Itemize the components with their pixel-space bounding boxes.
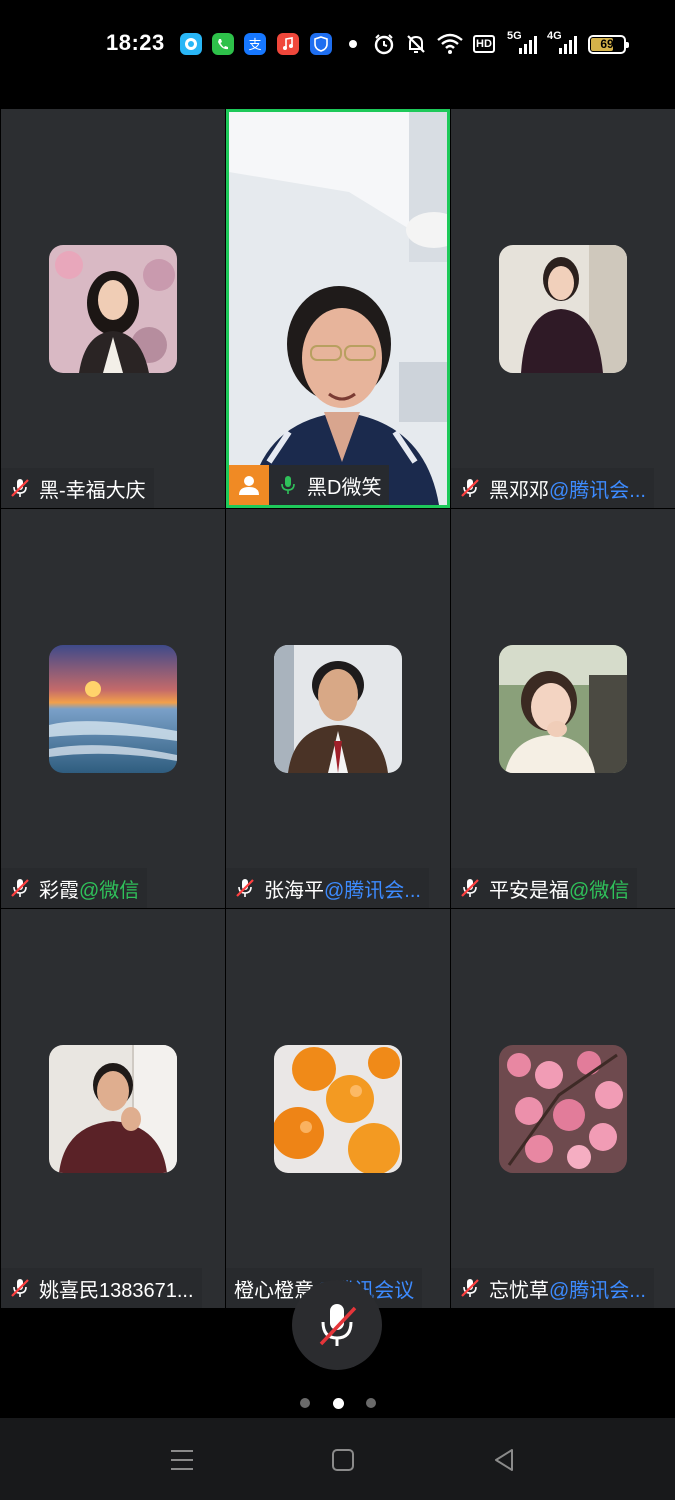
mic-muted-icon <box>459 477 481 499</box>
page-dot[interactable] <box>366 1398 376 1408</box>
mic-muted-icon <box>9 877 31 899</box>
avatar <box>49 245 177 373</box>
participant-source: @腾讯会... <box>549 479 646 502</box>
user-icon <box>229 465 269 505</box>
avatar <box>49 645 177 773</box>
participant-name-bar: 黑邓邓 @腾讯会... <box>451 468 654 508</box>
participant-name-bar: 姚喜民1383671... <box>1 1268 202 1308</box>
phone-app-icon <box>212 33 234 55</box>
mic-muted-icon <box>459 1277 481 1299</box>
mic-active-icon <box>277 474 299 496</box>
participant-tile[interactable]: 黑邓邓 @腾讯会... <box>451 109 675 508</box>
music-app-icon <box>277 33 299 55</box>
wifi-icon <box>436 32 464 56</box>
participant-tile[interactable]: 忘忧草 @腾讯会... <box>451 909 675 1308</box>
mic-toggle-button[interactable] <box>292 1280 382 1370</box>
svg-text:支: 支 <box>248 38 261 53</box>
home-icon <box>332 1449 354 1471</box>
video-grid: 黑-幸福大庆 黑D微笑 黑邓邓 @腾讯会... 彩霞 @微信 张海平 @腾讯会.… <box>0 108 675 1308</box>
shield-app-icon <box>310 33 332 55</box>
mute-icon <box>404 32 428 56</box>
participant-name: 黑邓邓 <box>489 479 549 502</box>
avatar <box>499 1045 627 1173</box>
participant-name: 张海平 <box>264 879 324 902</box>
participant-name-bar: 张海平 @腾讯会... <box>226 868 429 908</box>
back-icon <box>495 1449 513 1471</box>
clock: 18:23 <box>106 30 165 55</box>
battery-level: 69 <box>600 37 614 51</box>
avatar <box>499 645 627 773</box>
signal-5g-icon: 5G <box>507 30 539 56</box>
participant-source: @微信 <box>79 879 140 902</box>
participant-source: @腾讯会... <box>324 879 421 902</box>
participant-tile-active-speaker[interactable]: 黑D微笑 <box>226 109 450 508</box>
mic-muted-icon <box>459 877 481 899</box>
participant-name: 彩霞 <box>39 879 79 902</box>
participant-name-bar: 忘忧草 @腾讯会... <box>451 1268 654 1308</box>
recents-button[interactable] <box>162 1442 202 1478</box>
avatar <box>499 245 627 373</box>
avatar <box>274 1045 402 1173</box>
alarm-icon <box>372 32 396 56</box>
recents-icon <box>171 1450 193 1470</box>
participant-name-bar: 彩霞 @微信 <box>1 868 148 908</box>
mic-muted-icon <box>9 1277 31 1299</box>
participant-name-bar: 黑-幸福大庆 <box>1 468 154 508</box>
page-indicator <box>300 1396 376 1410</box>
avatar <box>49 1045 177 1173</box>
participant-tile[interactable]: 彩霞 @微信 <box>1 509 225 908</box>
hd-icon: HD <box>471 32 497 56</box>
participant-source: @腾讯会... <box>549 1279 646 1302</box>
participant-name-bar: 平安是福 @微信 <box>451 868 638 908</box>
status-bar: 18:23 支 HD 5G 4G 69 <box>0 0 675 90</box>
mic-muted-icon <box>234 877 256 899</box>
page-dot-current[interactable] <box>332 1397 344 1409</box>
participant-tile[interactable]: 姚喜民1383671... <box>1 909 225 1308</box>
back-button[interactable] <box>484 1442 524 1478</box>
participant-tile[interactable]: 张海平 @腾讯会... <box>226 509 450 908</box>
participant-name-bar: 黑D微笑 <box>229 465 390 505</box>
participant-name: 姚喜民1383671... <box>39 1279 194 1302</box>
home-button[interactable] <box>323 1442 363 1478</box>
participant-name: 黑-幸福大庆 <box>39 479 146 502</box>
participant-tile[interactable]: 平安是福 @微信 <box>451 509 675 908</box>
notification-dot-icon <box>348 32 358 56</box>
mic-muted-icon <box>9 477 31 499</box>
mic-muted-icon <box>319 1304 357 1346</box>
avatar <box>274 645 402 773</box>
alipay-app-icon: 支 <box>244 33 266 55</box>
battery-icon: 69 <box>588 35 629 54</box>
participant-name: 忘忧草 <box>489 1279 549 1302</box>
page-dot[interactable] <box>300 1398 310 1408</box>
participant-tile[interactable]: 黑-幸福大庆 <box>1 109 225 508</box>
chat-app-icon <box>180 33 202 55</box>
participant-name: 黑D微笑 <box>307 476 382 499</box>
participant-source: @微信 <box>569 879 630 902</box>
navigation-bar <box>0 1418 675 1500</box>
participant-tile[interactable]: 橙心橙意 @腾讯会议 <box>226 909 450 1308</box>
participant-name: 平安是福 <box>489 879 569 902</box>
participant-video <box>229 112 447 505</box>
signal-4g-icon: 4G <box>547 30 579 56</box>
